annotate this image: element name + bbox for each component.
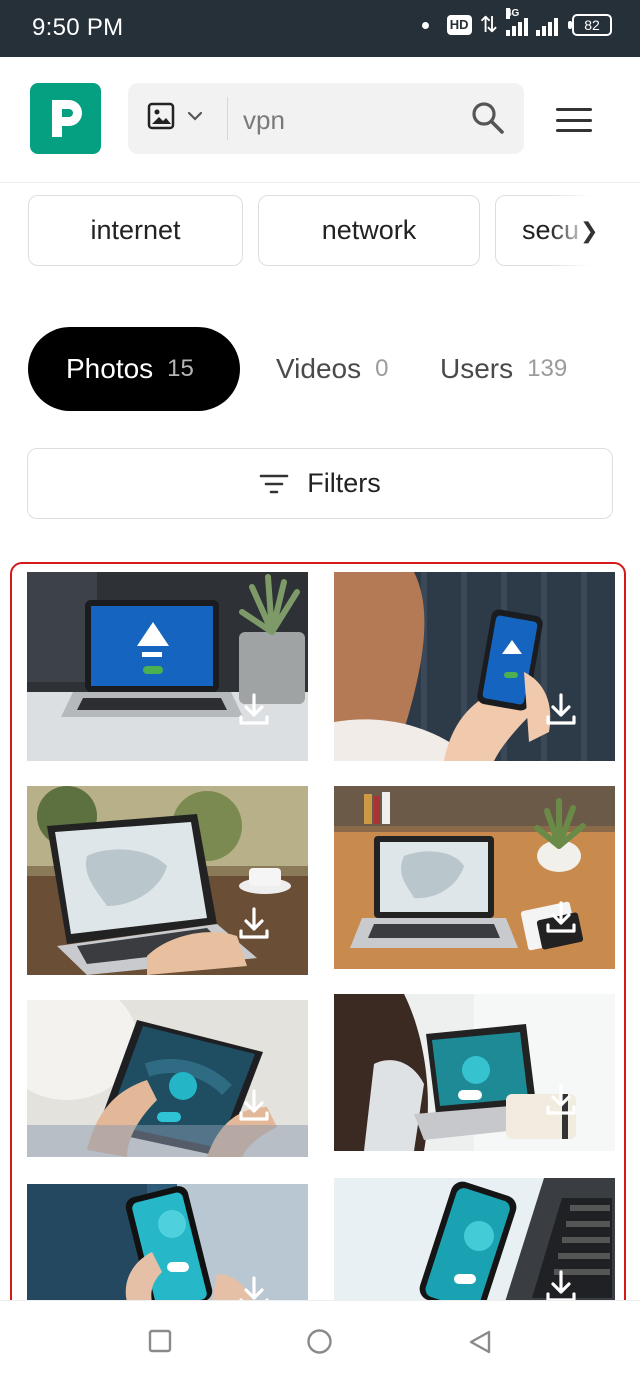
- photo-laptop-map: [27, 786, 308, 975]
- back-icon[interactable]: [467, 1329, 493, 1355]
- status-bar: 9:50 PM HD ⇅ 4G 82: [0, 0, 640, 57]
- photo-card[interactable]: [27, 786, 308, 975]
- tab-count: 139: [527, 355, 568, 382]
- tab-label: Photos: [66, 353, 154, 384]
- status-icons: HD ⇅ 4G 82: [421, 8, 612, 37]
- tab-label: Videos: [276, 353, 362, 384]
- tab-label: Users: [440, 353, 514, 384]
- photo-grid: [10, 562, 626, 1318]
- download-icon[interactable]: [236, 1274, 272, 1302]
- app-header: vpn: [0, 57, 640, 183]
- search-input[interactable]: vpn: [243, 105, 285, 136]
- status-time: 9:50 PM: [32, 14, 124, 41]
- filter-icon: [259, 474, 289, 493]
- hamburger-menu-icon[interactable]: [556, 108, 592, 132]
- home-icon[interactable]: [306, 1328, 333, 1355]
- filters-label: Filters: [307, 468, 381, 498]
- tab-photos[interactable]: Photos 15: [28, 327, 240, 411]
- result-tabs: Photos 15 Videos 0 Users 139: [28, 327, 612, 411]
- photo-laptop-desk: [334, 786, 615, 969]
- tab-videos[interactable]: Videos 0: [276, 327, 388, 411]
- download-icon[interactable]: [543, 691, 579, 727]
- network-type-label: 4G: [506, 8, 520, 19]
- photo-card[interactable]: [27, 1000, 308, 1157]
- tab-count: 0: [375, 355, 389, 382]
- tag-network[interactable]: network: [258, 195, 480, 266]
- photo-card[interactable]: [334, 994, 615, 1151]
- photo-card[interactable]: [334, 572, 615, 761]
- photo-woman-laptop: [334, 994, 615, 1151]
- chevron-right-icon[interactable]: ❯: [580, 218, 598, 244]
- image-icon: [147, 102, 175, 130]
- download-icon[interactable]: [236, 691, 272, 727]
- signal-4g-icon: 4G: [506, 8, 528, 36]
- download-icon[interactable]: [236, 1087, 272, 1123]
- photo-laptop-vpn: [27, 572, 308, 761]
- photo-card[interactable]: [27, 1184, 308, 1302]
- system-nav-bar: [0, 1300, 640, 1386]
- photo-card[interactable]: [334, 786, 615, 969]
- hd-icon: HD: [446, 15, 472, 35]
- download-icon[interactable]: [543, 1268, 579, 1302]
- download-icon[interactable]: [543, 899, 579, 935]
- tab-count: 15: [167, 355, 194, 382]
- related-tags: internet network secu: [28, 195, 610, 267]
- tab-users[interactable]: Users 139: [440, 327, 567, 411]
- logo-icon: [52, 100, 82, 137]
- notification-dot-icon: [421, 21, 429, 29]
- search-icon: [472, 102, 504, 134]
- signal-icon: [536, 14, 558, 36]
- search-button[interactable]: [470, 100, 506, 141]
- download-icon[interactable]: [236, 905, 272, 941]
- photo-card[interactable]: [334, 1178, 615, 1302]
- photo-card[interactable]: [27, 572, 308, 761]
- tag-internet[interactable]: internet: [28, 195, 243, 266]
- photo-phone-vpn: [334, 572, 615, 761]
- photo-tablet-vpn: [27, 1000, 308, 1157]
- data-transfer-icon: ⇅: [479, 12, 498, 37]
- download-icon[interactable]: [543, 1081, 579, 1117]
- search-divider: [227, 97, 228, 140]
- search-bar: vpn: [128, 83, 524, 154]
- media-type-select[interactable]: [146, 101, 204, 131]
- recent-apps-icon[interactable]: [148, 1329, 172, 1353]
- app-logo[interactable]: [30, 83, 101, 154]
- chevron-down-icon: [187, 111, 203, 121]
- battery-icon: 82: [568, 14, 612, 36]
- filters-button[interactable]: Filters: [27, 448, 613, 519]
